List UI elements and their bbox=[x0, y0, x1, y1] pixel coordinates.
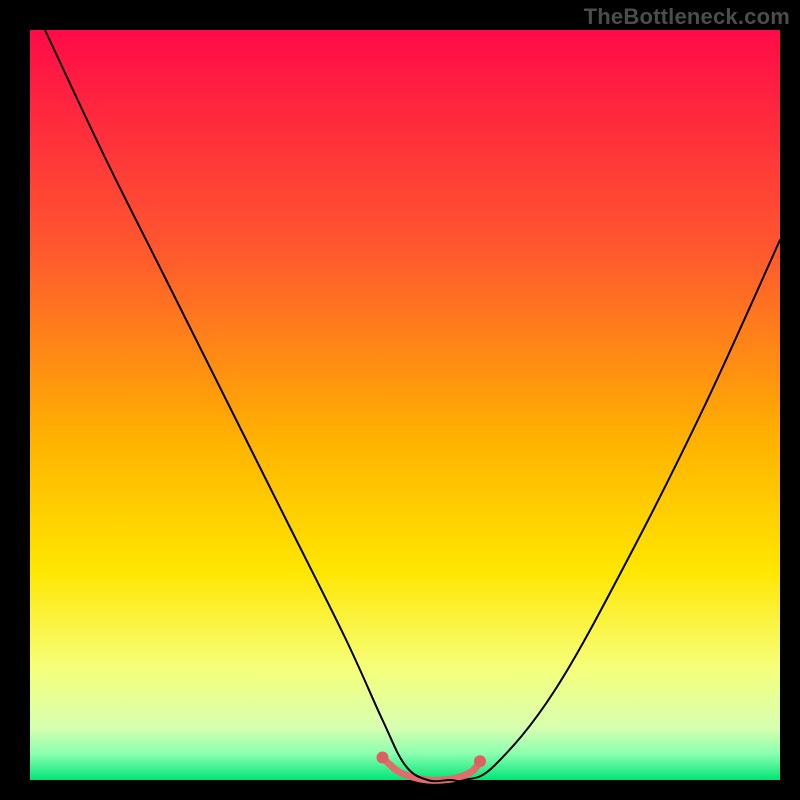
bottleneck-chart bbox=[0, 0, 800, 800]
chart-stage: TheBottleneck.com bbox=[0, 0, 800, 800]
plot-area bbox=[30, 30, 780, 780]
trough-endpoint-dot bbox=[474, 755, 486, 767]
watermark-text: TheBottleneck.com bbox=[584, 4, 790, 30]
trough-endpoint-dot bbox=[377, 752, 389, 764]
